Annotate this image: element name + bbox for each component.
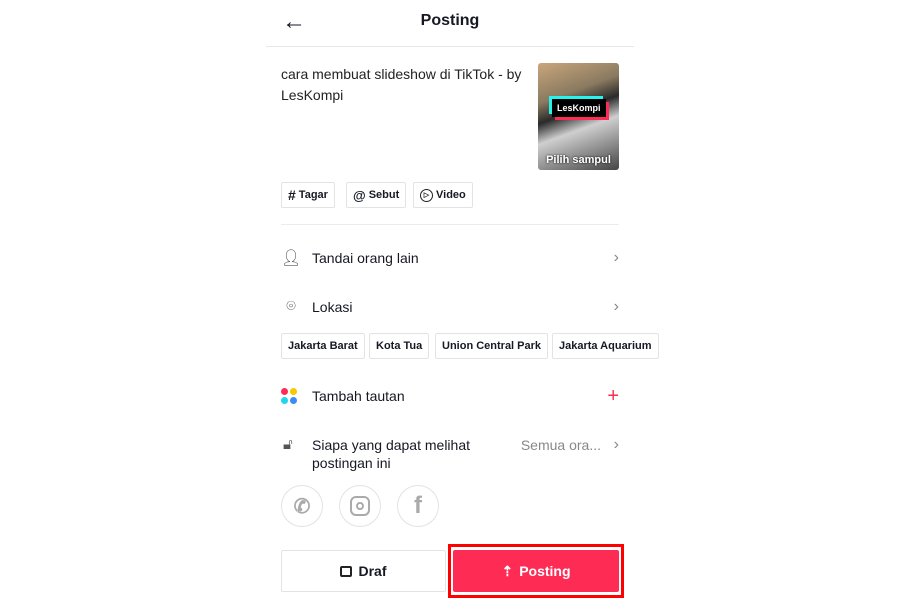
- post-button[interactable]: ⇡ Posting: [453, 550, 619, 592]
- chevron-right-icon: ›: [613, 436, 619, 453]
- unlock-icon: 🔓︎: [283, 436, 293, 453]
- leskompi-logo: LesKompi: [552, 99, 606, 117]
- choose-cover-label: Pilih sampul: [546, 154, 611, 166]
- caption-input[interactable]: cara membuat slideshow di TikTok - by Le…: [281, 64, 531, 106]
- divider: [281, 224, 619, 225]
- chip-label: Video: [436, 189, 466, 201]
- chip-label: Sebut: [368, 189, 400, 201]
- row-label: Lokasi: [312, 299, 353, 315]
- chip-label: Tagar: [298, 189, 328, 201]
- person-icon: 👤︎: [281, 250, 302, 267]
- chevron-right-icon: ›: [613, 249, 619, 266]
- video-button[interactable]: ▷ Video: [413, 182, 473, 208]
- add-link-row[interactable]: Tambah tautan +: [281, 384, 619, 408]
- header: ← Posting: [266, 0, 634, 47]
- facebook-icon[interactable]: f: [397, 485, 439, 527]
- cover-thumbnail[interactable]: LesKompi Pilih sampul: [538, 63, 619, 170]
- mention-button[interactable]: @ Sebut: [346, 182, 407, 208]
- page-title: Posting: [420, 12, 480, 29]
- at-icon: @: [353, 187, 366, 203]
- location-suggestions: Jakarta Barat Kota Tua Union Central Par…: [281, 333, 659, 359]
- play-circle-icon: ▷: [420, 188, 433, 202]
- location-chip[interactable]: Jakarta Aquarium: [552, 333, 659, 359]
- apps-dots-icon: [281, 388, 297, 404]
- draft-icon: [340, 565, 353, 577]
- hashtag-button[interactable]: # Tagar: [281, 182, 335, 208]
- row-label: Siapa yang dapat melihat postingan ini: [312, 437, 470, 471]
- privacy-value: Semua ora...: [520, 437, 601, 453]
- tag-people-row[interactable]: 👤︎ Tandai orang lain ›: [281, 246, 619, 270]
- plus-icon: +: [607, 384, 619, 407]
- upload-spark-icon: ⇡: [501, 562, 514, 579]
- instagram-icon[interactable]: [339, 485, 381, 527]
- button-label: Posting: [519, 563, 571, 579]
- whatsapp-icon[interactable]: ✆: [281, 485, 323, 527]
- button-label: Draf: [358, 563, 387, 579]
- row-label: Tambah tautan: [312, 388, 405, 404]
- location-chip[interactable]: Union Central Park: [435, 333, 549, 359]
- hashtag-icon: #: [288, 187, 296, 203]
- location-row[interactable]: ⌾ Lokasi ›: [281, 295, 619, 319]
- location-pin-icon: ⌾: [286, 298, 296, 315]
- location-chip[interactable]: Kota Tua: [369, 333, 430, 359]
- row-label: Tandai orang lain: [312, 250, 419, 266]
- chevron-right-icon: ›: [613, 298, 619, 315]
- draft-button[interactable]: Draf: [281, 550, 446, 592]
- location-chip[interactable]: Jakarta Barat: [281, 333, 365, 359]
